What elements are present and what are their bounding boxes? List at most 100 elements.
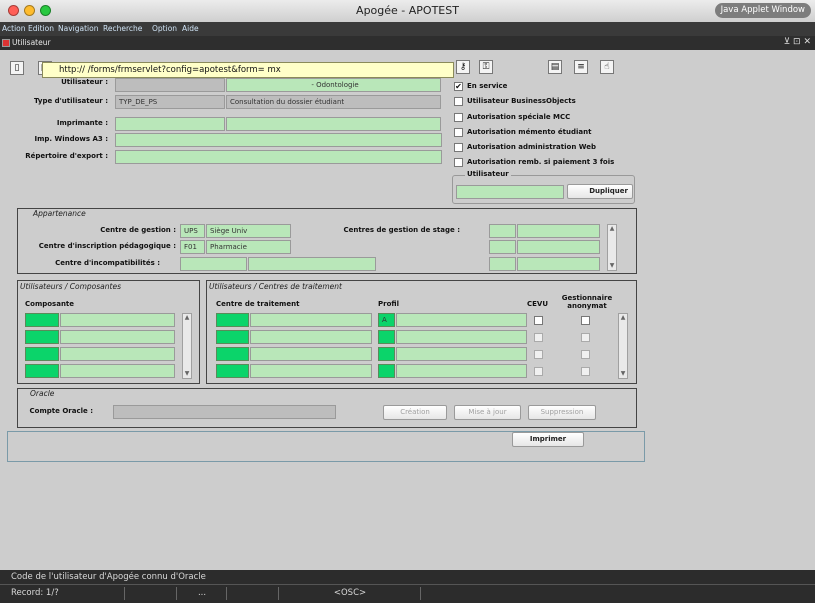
ct-profil-name-row-1 — [396, 313, 527, 327]
repertoire-export-field[interactable] — [115, 150, 442, 164]
centre-gestion-name-field: Siège Univ — [206, 224, 291, 238]
en-service-label: En service — [467, 82, 508, 90]
composantes-scrollbar[interactable]: ▲ ▼ — [182, 313, 192, 379]
remb-checkbox[interactable] — [454, 158, 463, 167]
composante-name-row-2 — [60, 330, 175, 344]
gestionnaire-checkbox-row-3[interactable] — [581, 350, 590, 359]
imprimante-name-field[interactable] — [226, 117, 441, 131]
gestionnaire-checkbox-row-1[interactable] — [581, 316, 590, 325]
scroll-down-icon[interactable]: ▼ — [619, 370, 627, 378]
scroll-up-icon[interactable]: ▲ — [619, 314, 627, 322]
ct-code-row-3[interactable] — [216, 347, 249, 361]
scroll-down-icon[interactable]: ▼ — [608, 262, 616, 270]
ct-code-row-4[interactable] — [216, 364, 249, 378]
new-record-icon[interactable]: ▯ — [10, 61, 24, 75]
stage-scrollbar[interactable]: ▲ ▼ — [607, 224, 617, 271]
composante-code-row-2[interactable] — [25, 330, 59, 344]
ct-profil-name-row-3 — [396, 347, 527, 361]
dupliquer-user-field[interactable] — [456, 185, 564, 199]
url-tooltip: http:// /forms/frmservlet?config=apotest… — [42, 62, 454, 78]
ct-name-row-1 — [250, 313, 372, 327]
admin-web-checkbox[interactable] — [454, 143, 463, 152]
centres-traitement-scrollbar[interactable]: ▲ ▼ — [618, 313, 628, 379]
cevu-checkbox-row-2[interactable] — [534, 333, 543, 342]
menu-aide[interactable]: Aide — [182, 24, 199, 33]
centres-stage-label: Centres de gestion de stage : — [343, 226, 460, 234]
memento-checkbox[interactable] — [454, 128, 463, 137]
creation-button[interactable]: Création — [383, 405, 447, 420]
centre-gestion-code-field[interactable]: UPS — [180, 224, 205, 238]
stage-name-field-1 — [517, 224, 600, 238]
imprimante-code-field[interactable] — [115, 117, 225, 131]
ct-profil-name-row-4 — [396, 364, 527, 378]
suppression-button[interactable]: Suppression — [528, 405, 596, 420]
composante-code-row-1[interactable] — [25, 313, 59, 327]
cevu-checkbox-row-4[interactable] — [534, 367, 543, 376]
cevu-checkbox-row-3[interactable] — [534, 350, 543, 359]
utilisateur-name-field[interactable]: - Odontologie — [226, 78, 441, 92]
message-bar: Code de l'utilisateur d'Apogée connu d'O… — [0, 570, 815, 584]
ct-profil-name-row-2 — [396, 330, 527, 344]
centre-incompat-code-field[interactable] — [180, 257, 247, 271]
menu-bar: Action Edition Navigation Recherche Opti… — [0, 22, 815, 36]
businessobjects-label: Utilisateur BusinessObjects — [467, 97, 576, 105]
menu-edition[interactable]: Edition — [28, 24, 54, 33]
composante-code-row-3[interactable] — [25, 347, 59, 361]
form-canvas: ▯ ▥ ⚷ ⚿ ▤ ≡ ☝ Utilisateur : - Odontologi… — [0, 50, 815, 570]
composante-code-row-4[interactable] — [25, 364, 59, 378]
key-alt-icon[interactable]: ⚿ — [479, 60, 493, 74]
menu-action[interactable]: Action — [2, 24, 26, 33]
imprimante-label: Imprimante : — [56, 119, 108, 127]
scroll-up-icon[interactable]: ▲ — [608, 225, 616, 233]
composante-name-row-1 — [60, 313, 175, 327]
window-title-bar: Apogée - APOTEST Java Applet Window — [0, 0, 815, 23]
composante-name-row-4 — [60, 364, 175, 378]
document-bar: Utilisateur ⊻ ⊡ ✕ — [0, 36, 815, 50]
cevu-checkbox-row-1[interactable] — [534, 316, 543, 325]
gestionnaire-checkbox-row-4[interactable] — [581, 367, 590, 376]
hand-icon[interactable]: ☝ — [600, 60, 614, 74]
type-utilisateur-code-field[interactable]: TYP_DE_PS — [115, 95, 225, 109]
stage-name-field-3 — [517, 257, 600, 271]
menu-navigation[interactable]: Navigation — [58, 24, 98, 33]
appartenance-title: Appartenance — [33, 209, 86, 218]
gestionnaire-checkbox-row-2[interactable] — [581, 333, 590, 342]
oracle-title: Oracle — [30, 389, 55, 398]
window-controls-icon[interactable]: ⊻ ⊡ ✕ — [784, 37, 811, 47]
scroll-down-icon[interactable]: ▼ — [183, 370, 191, 378]
ct-profil-code-row-3[interactable] — [378, 347, 395, 361]
imp-windows-field[interactable] — [115, 133, 442, 147]
mcc-checkbox[interactable] — [454, 113, 463, 122]
composantes-title: Utilisateurs / Composantes — [20, 282, 121, 291]
stage-code-field-2[interactable] — [489, 240, 516, 254]
centre-inscription-name-field: Pharmacie — [206, 240, 291, 254]
menu-option[interactable]: Option — [152, 24, 177, 33]
businessobjects-checkbox[interactable] — [454, 97, 463, 106]
ct-code-row-2[interactable] — [216, 330, 249, 344]
ct-profil-code-row-4[interactable] — [378, 364, 395, 378]
ct-profil-code-row-2[interactable] — [378, 330, 395, 344]
list-icon[interactable]: ≡ — [574, 60, 588, 74]
cevu-col-header: CEVU — [527, 300, 549, 308]
stage-code-field-1[interactable] — [489, 224, 516, 238]
calculator-icon[interactable]: ▤ — [548, 60, 562, 74]
type-utilisateur-label: Type d'utilisateur : — [33, 97, 108, 105]
imprimer-button[interactable]: Imprimer — [512, 432, 584, 447]
mcc-label: Autorisation spéciale MCC — [467, 113, 571, 121]
en-service-checkbox[interactable]: ✔ — [454, 82, 463, 91]
key-icon[interactable]: ⚷ — [456, 60, 470, 74]
mise-a-jour-button[interactable]: Mise à jour — [454, 405, 521, 420]
centre-inscription-code-field[interactable]: F01 — [180, 240, 205, 254]
dupliquer-button[interactable]: Dupliquer — [567, 184, 633, 199]
app-icon — [2, 39, 10, 47]
scroll-up-icon[interactable]: ▲ — [183, 314, 191, 322]
ct-profil-code-row-1[interactable]: A — [378, 313, 395, 327]
menu-recherche[interactable]: Recherche — [103, 24, 142, 33]
utilisateur-code-field[interactable] — [115, 78, 225, 92]
compte-oracle-field[interactable] — [113, 405, 336, 419]
stage-code-field-3[interactable] — [489, 257, 516, 271]
status-message: Code de l'utilisateur d'Apogée connu d'O… — [11, 572, 206, 582]
centre-traitement-col-header: Centre de traitement — [216, 300, 300, 308]
ct-code-row-1[interactable] — [216, 313, 249, 327]
composante-name-row-3 — [60, 347, 175, 361]
